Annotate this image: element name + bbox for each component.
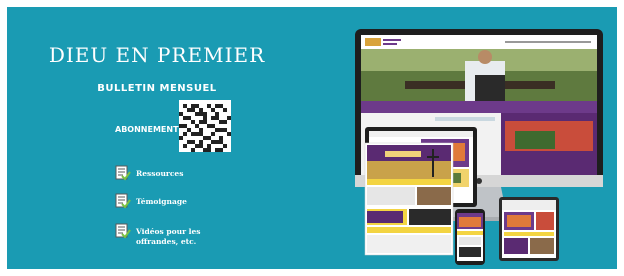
checklist-icon — [115, 165, 131, 181]
page-subtitle: BULLETIN MENSUEL — [97, 83, 217, 94]
phone-image — [455, 209, 485, 265]
page-title: DIEU EN PREMIER — [48, 43, 266, 67]
checklist-icon — [115, 193, 131, 209]
list-item-label: Vidéos pour les offrandes, etc. — [136, 227, 201, 246]
device-mockup-illustration — [355, 29, 603, 265]
checklist-icon — [115, 223, 131, 239]
newsletter-page-image — [364, 142, 454, 256]
qr-code[interactable] — [179, 100, 231, 152]
promo-banner: DIEU EN PREMIER BULLETIN MENSUEL ABONNEM… — [7, 7, 617, 269]
subscribe-label: ABONNEMENT — [115, 125, 179, 134]
list-item-label: Témoignage — [136, 197, 187, 206]
tablet-image — [499, 197, 559, 261]
list-item-label: Ressources — [136, 169, 184, 178]
